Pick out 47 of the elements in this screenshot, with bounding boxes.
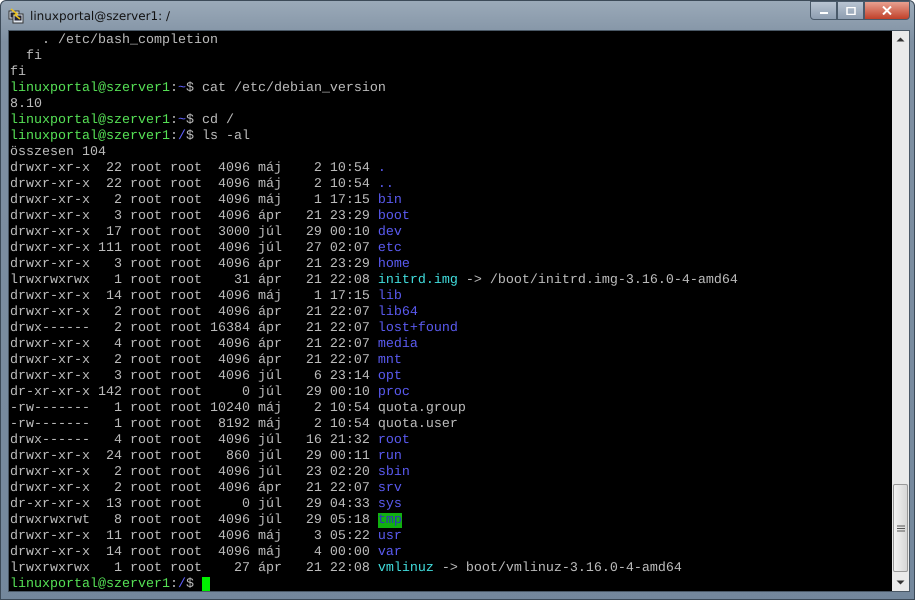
terminal-line: drwxr-xr-x 14 root root 4096 máj 4 00:00 var <box>10 545 402 561</box>
terminal-icon <box>8 8 24 24</box>
terminal-line: drwxr-xr-x 2 root root 4096 máj 1 17:15 bin <box>10 193 402 209</box>
terminal-line: drwxr-xr-x 2 root root 4096 ápr 21 22:07 srv <box>10 481 402 497</box>
scrollbar-thumb[interactable] <box>893 484 908 572</box>
terminal-line: drwxr-xr-x 111 root root 4096 júl 27 02:07 etc <box>10 241 402 257</box>
terminal-line: . /etc/bash_completion <box>42 33 218 49</box>
terminal-line: drwxr-xr-x 3 root root 4096 júl 6 23:14 opt <box>10 369 402 385</box>
terminal-line: linuxportal@szerver1:/$ <box>10 577 195 591</box>
text-cursor <box>202 577 210 591</box>
grip-icon <box>896 524 904 532</box>
terminal-line: drwxr-xr-x 4 root root 4096 ápr 21 22:07 media <box>10 337 418 353</box>
terminal-line: drwxr-xr-x 2 root root 4096 júl 23 02:20 sbin <box>10 465 410 481</box>
terminal-line: drwx------ 2 root root 16384 ápr 21 22:07 lost+found <box>10 321 458 337</box>
terminal-line: drwxr-xr-x 17 root root 3000 júl 29 00:10 dev <box>10 225 402 241</box>
terminal-line: drwxr-xr-x 24 root root 860 júl 29 00:11 run <box>10 449 402 465</box>
caret-down-icon <box>896 580 905 585</box>
terminal-line: lrwxrwxrwx 1 root root 27 ápr 21 22:08 vmlinuz -> boot/vmlinuz-3.16.0-4-amd64 <box>10 561 682 577</box>
terminal-line: dr-xr-xr-x 142 root root 0 júl 29 00:10 proc <box>10 385 410 401</box>
terminal-line: fi <box>26 49 42 65</box>
terminal-line: összesen 104 <box>10 145 106 161</box>
terminal-line: drwxr-xr-x 3 root root 4096 ápr 21 23:29 boot <box>10 209 410 225</box>
terminal-line: drwx------ 4 root root 4096 júl 16 21:32 root <box>10 433 410 449</box>
terminal-line: drwxrwxrwt 8 root root 4096 júl 29 05:18 tmp <box>10 513 402 529</box>
window-title: linuxportal@szerver1: / <box>30 8 172 22</box>
terminal-line: drwxr-xr-x 2 root root 4096 ápr 21 22:07 mnt <box>10 353 402 369</box>
terminal-line: drwxr-xr-x 22 root root 4096 máj 2 10:54 . <box>10 161 386 177</box>
close-button[interactable] <box>864 1 910 20</box>
maximize-button[interactable] <box>837 1 864 20</box>
terminal-line: 8.10 <box>10 97 42 113</box>
caret-up-icon <box>896 37 905 42</box>
terminal-line: fi <box>10 65 26 81</box>
terminal-line: drwxr-xr-x 11 root root 4096 máj 3 05:22 usr <box>10 529 402 545</box>
terminal-line: -rw------- 1 root root 10240 máj 2 10:54 quota.group <box>10 401 466 417</box>
terminal-line: drwxr-xr-x 22 root root 4096 máj 2 10:54 .. <box>10 177 394 193</box>
close-icon <box>882 6 892 15</box>
minimize-button[interactable] <box>810 1 837 20</box>
terminal-line: drwxr-xr-x 2 root root 4096 ápr 21 22:07 lib64 <box>10 305 418 321</box>
terminal-line: linuxportal@szerver1:/$ ls -al <box>10 129 250 145</box>
terminal-line: drwxr-xr-x 3 root root 4096 ápr 21 23:29 home <box>10 257 410 273</box>
maximize-icon <box>846 6 856 14</box>
terminal-line: drwxr-xr-x 14 root root 4096 máj 1 17:15 lib <box>10 289 402 305</box>
terminal-line: lrwxrwxrwx 1 root root 31 ápr 21 22:08 initrd.img -> /boot/initrd.img-3.16.0-4-amd64 <box>10 273 738 289</box>
terminal-line: linuxportal@szerver1:~$ cat /etc/debian_version <box>10 81 386 97</box>
terminal-line: dr-xr-xr-x 13 root root 0 júl 29 04:33 sys <box>10 497 402 513</box>
terminal-line: linuxportal@szerver1:~$ cd / <box>10 113 234 129</box>
terminal-line: -rw------- 1 root root 8192 máj 2 10:54 quota.user <box>10 417 458 433</box>
